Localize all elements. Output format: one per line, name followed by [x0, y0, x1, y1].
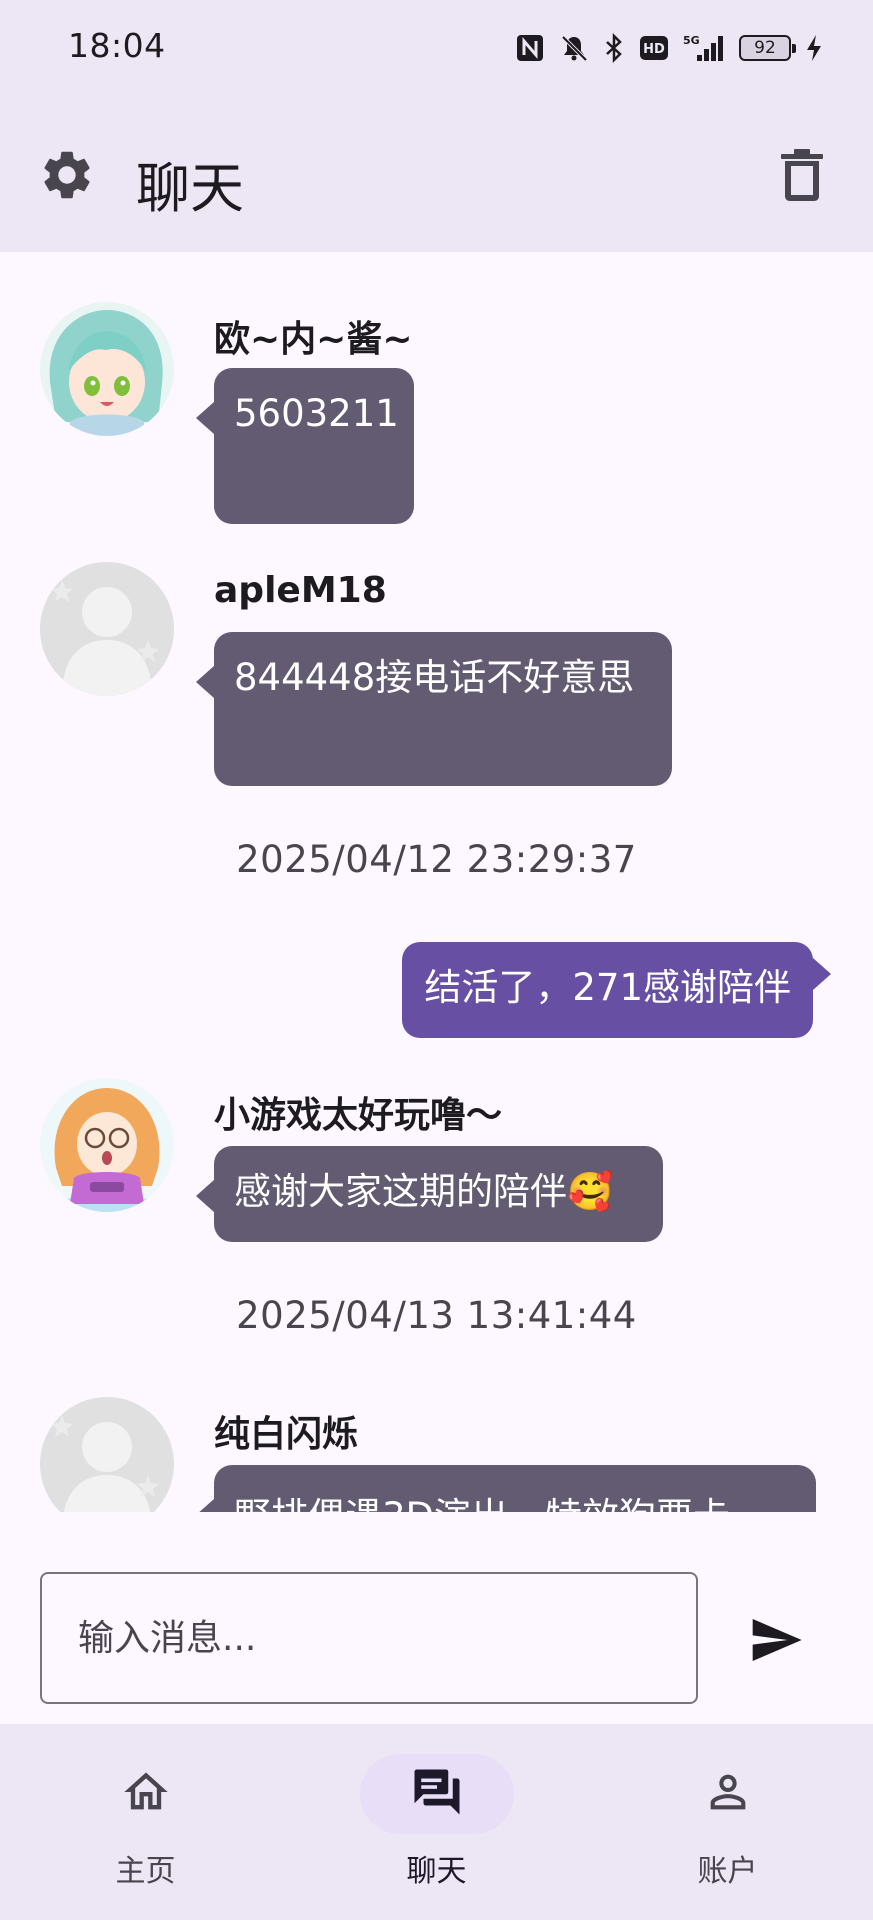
- avatar[interactable]: [40, 562, 174, 696]
- message-bubble[interactable]: 5603211: [196, 368, 414, 524]
- battery-icon: 92: [739, 30, 796, 66]
- sender-name: 小游戏太好玩噜～: [214, 1095, 503, 1136]
- page-title: 聊天: [136, 157, 244, 220]
- sender-name: apleM18: [214, 570, 387, 611]
- nav-label: 聊天: [406, 1854, 467, 1889]
- nav-item-home[interactable]: 主页: [0, 1724, 291, 1920]
- chat-message-list[interactable]: 欧~内~酱~ 5603211 apleM18 844448接电话不好意思 202…: [0, 252, 873, 1512]
- nav-item-chat[interactable]: 聊天: [291, 1724, 582, 1920]
- bell-off-icon: [559, 30, 589, 66]
- person-icon: [702, 1766, 754, 1822]
- bottom-navigation: 主页 聊天 账户: [0, 1724, 873, 1920]
- home-icon: [120, 1766, 172, 1822]
- nav-indicator-active: [359, 1754, 514, 1834]
- message-input[interactable]: [40, 1572, 698, 1704]
- message-bubble[interactable]: 844448接电话不好意思: [196, 632, 672, 786]
- trash-icon[interactable]: [777, 148, 827, 202]
- gear-icon[interactable]: [38, 146, 96, 204]
- avatar[interactable]: [40, 1078, 174, 1212]
- signal-5g-icon: 5G: [683, 30, 725, 66]
- battery-level: 92: [754, 38, 776, 58]
- status-time: 18:04: [68, 26, 166, 65]
- timestamp: 2025/04/13 13:41:44: [236, 1294, 637, 1337]
- message-input-row: [0, 1512, 873, 1724]
- bluetooth-icon: [603, 30, 625, 66]
- message-bubble-self[interactable]: 结活了，271感谢陪伴: [402, 942, 831, 1038]
- message-bubble[interactable]: 感谢大家这期的陪伴🥰: [196, 1146, 663, 1242]
- avatar[interactable]: [40, 1397, 174, 1512]
- status-bar: 18:04 HD 5G 92: [0, 0, 873, 100]
- top-bar: 18:04 HD 5G 92 聊天: [0, 0, 873, 252]
- send-icon[interactable]: [748, 1612, 804, 1668]
- svg-text:HD: HD: [643, 42, 665, 57]
- sender-name: 纯白闪烁: [214, 1414, 359, 1455]
- chat-icon: [410, 1765, 464, 1823]
- app-bar: 聊天: [0, 100, 873, 252]
- nav-indicator: [69, 1754, 223, 1834]
- nav-item-account[interactable]: 账户: [582, 1724, 873, 1920]
- hd-icon: HD: [639, 30, 669, 66]
- charging-icon: [805, 30, 823, 66]
- sender-name: 欧~内~酱~: [214, 319, 413, 360]
- timestamp: 2025/04/12 23:29:37: [236, 838, 637, 881]
- nav-label: 主页: [115, 1854, 176, 1889]
- nfc-icon: [515, 30, 545, 66]
- svg-text:5G: 5G: [683, 34, 700, 47]
- message-bubble[interactable]: 野排偶遇3D演出，特效狗要卡: [196, 1465, 816, 1512]
- nav-indicator: [651, 1754, 805, 1834]
- status-icons: HD 5G 92: [515, 30, 823, 66]
- avatar[interactable]: [40, 302, 174, 436]
- nav-label: 账户: [697, 1854, 758, 1889]
